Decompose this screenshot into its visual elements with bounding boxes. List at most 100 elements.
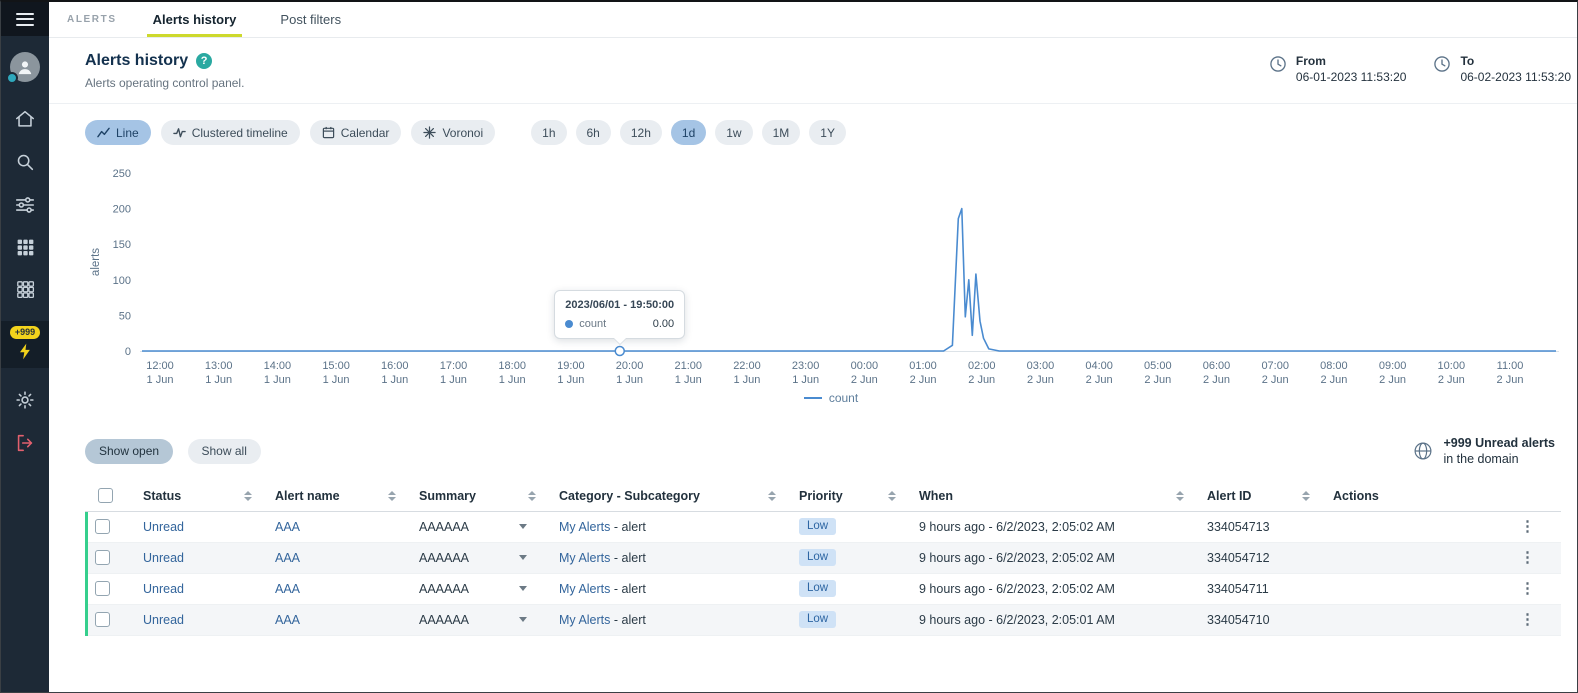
user-avatar[interactable]	[10, 52, 40, 82]
alert-id-text: 334054711	[1207, 582, 1269, 596]
from-time-picker[interactable]: From 06-01-2023 11:53:20	[1268, 54, 1407, 84]
kebab-menu-icon[interactable]: ⋮	[1520, 519, 1535, 534]
column-header-priority[interactable]: Priority	[789, 489, 909, 503]
alert-id-text: 334054713	[1207, 520, 1270, 534]
range-1M[interactable]: 1M	[762, 120, 801, 145]
sort-icon[interactable]	[244, 491, 252, 501]
grid-icon[interactable]	[1, 237, 49, 258]
row-checkbox[interactable]	[95, 550, 110, 565]
kebab-menu-icon[interactable]: ⋮	[1520, 581, 1535, 596]
range-1Y[interactable]: 1Y	[809, 120, 846, 145]
home-icon[interactable]	[1, 108, 49, 130]
chart-controls: Line Clustered timeline Calendar Voronoi 1h…	[85, 120, 1561, 145]
view-mode-line[interactable]: Line	[85, 120, 151, 145]
table-row: UnreadAAAAAAAAAMy Alerts - alertLow9 hou…	[85, 543, 1561, 574]
row-checkbox[interactable]	[95, 519, 110, 534]
chevron-down-icon[interactable]	[519, 617, 527, 622]
svg-text:2 Jun: 2 Jun	[851, 374, 878, 386]
search-icon[interactable]	[1, 151, 49, 173]
series-dot-icon	[565, 320, 573, 328]
svg-text:18:00: 18:00	[498, 360, 526, 372]
alert-name-link[interactable]: AAA	[275, 613, 300, 627]
alerts-chart: 050100150200250alerts12:001 Jun13:001 Ju…	[85, 163, 1577, 395]
show-open-button[interactable]: Show open	[85, 439, 173, 464]
svg-text:16:00: 16:00	[381, 360, 409, 372]
unread-domain-text: in the domain	[1443, 451, 1555, 467]
svg-text:1 Jun: 1 Jun	[381, 374, 408, 386]
alert-name-link[interactable]: AAA	[275, 551, 300, 565]
row-checkbox[interactable]	[95, 581, 110, 596]
topbar: ALERTS Alerts history Post filters	[49, 2, 1577, 38]
range-1d[interactable]: 1d	[671, 120, 706, 145]
status-link[interactable]: Unread	[143, 582, 184, 596]
section-label: ALERTS	[67, 14, 117, 25]
svg-text:1 Jun: 1 Jun	[499, 374, 526, 386]
column-label: When	[919, 489, 953, 503]
sort-icon[interactable]	[768, 491, 776, 501]
sort-icon[interactable]	[1176, 491, 1184, 501]
when-text: 9 hours ago - 6/2/2023, 2:05:02 AM	[919, 520, 1115, 534]
tab-alerts-history[interactable]: Alerts history	[147, 2, 243, 37]
chevron-down-icon[interactable]	[519, 586, 527, 591]
category-link[interactable]: My Alerts	[559, 551, 610, 565]
column-header-category-subcategory[interactable]: Category - Subcategory	[549, 489, 789, 503]
show-all-button[interactable]: Show all	[188, 439, 261, 464]
svg-text:1 Jun: 1 Jun	[616, 374, 643, 386]
menu-icon[interactable]	[1, 2, 49, 36]
svg-text:12:00: 12:00	[146, 360, 174, 372]
category-link[interactable]: My Alerts	[559, 613, 610, 627]
alerts-nav-item[interactable]: +999	[1, 321, 49, 368]
category-link[interactable]: My Alerts	[559, 520, 610, 534]
kebab-menu-icon[interactable]: ⋮	[1520, 612, 1535, 627]
settings-icon[interactable]	[1, 389, 49, 411]
logout-icon[interactable]	[1, 432, 49, 454]
svg-text:2 Jun: 2 Jun	[1438, 374, 1465, 386]
svg-text:2 Jun: 2 Jun	[1379, 374, 1406, 386]
chevron-down-icon[interactable]	[519, 524, 527, 529]
kebab-menu-icon[interactable]: ⋮	[1520, 550, 1535, 565]
status-link[interactable]: Unread	[143, 551, 184, 565]
view-mode-clustered-timeline[interactable]: Clustered timeline	[161, 120, 300, 145]
column-header-status[interactable]: Status	[133, 489, 265, 503]
svg-text:1 Jun: 1 Jun	[440, 374, 467, 386]
svg-text:11:00: 11:00	[1497, 360, 1524, 372]
status-link[interactable]: Unread	[143, 613, 184, 627]
view-mode-calendar[interactable]: Calendar	[310, 120, 402, 145]
column-header-alert-id[interactable]: Alert ID	[1197, 489, 1323, 503]
to-time-picker[interactable]: To 06-02-2023 11:53:20	[1432, 54, 1571, 84]
sort-icon[interactable]	[388, 491, 396, 501]
sort-icon[interactable]	[1302, 491, 1310, 501]
alert-name-link[interactable]: AAA	[275, 582, 300, 596]
status-link[interactable]: Unread	[143, 520, 184, 534]
column-header-when[interactable]: When	[909, 489, 1197, 503]
select-all-checkbox[interactable]	[98, 488, 113, 503]
filters-icon[interactable]	[1, 194, 49, 216]
calendar-icon	[322, 126, 335, 139]
svg-text:1 Jun: 1 Jun	[147, 374, 174, 386]
chevron-down-icon[interactable]	[519, 555, 527, 560]
svg-text:2 Jun: 2 Jun	[1144, 374, 1171, 386]
count-line	[142, 209, 1556, 351]
svg-text:05:00: 05:00	[1144, 360, 1172, 372]
chip-label: 1d	[682, 126, 695, 140]
sort-icon[interactable]	[528, 491, 536, 501]
category-link[interactable]: My Alerts	[559, 582, 610, 596]
column-header-alert-name[interactable]: Alert name	[265, 489, 409, 503]
alert-name-link[interactable]: AAA	[275, 520, 300, 534]
svg-text:250: 250	[113, 168, 131, 180]
svg-text:2 Jun: 2 Jun	[968, 374, 995, 386]
help-icon[interactable]: ?	[196, 53, 212, 69]
from-value: 06-01-2023 11:53:20	[1296, 70, 1407, 84]
row-checkbox[interactable]	[95, 612, 110, 627]
tab-post-filters[interactable]: Post filters	[274, 2, 347, 37]
table-header-row: StatusAlert nameSummaryCategory - Subcat…	[85, 481, 1561, 512]
range-1h[interactable]: 1h	[531, 120, 566, 145]
range-6h[interactable]: 6h	[576, 120, 611, 145]
column-header-summary[interactable]: Summary	[409, 489, 549, 503]
view-mode-voronoi[interactable]: Voronoi	[411, 120, 495, 145]
sort-icon[interactable]	[888, 491, 896, 501]
svg-text:2 Jun: 2 Jun	[1086, 374, 1113, 386]
apps-icon[interactable]	[1, 279, 49, 300]
range-1w[interactable]: 1w	[715, 120, 752, 145]
range-12h[interactable]: 12h	[620, 120, 662, 145]
